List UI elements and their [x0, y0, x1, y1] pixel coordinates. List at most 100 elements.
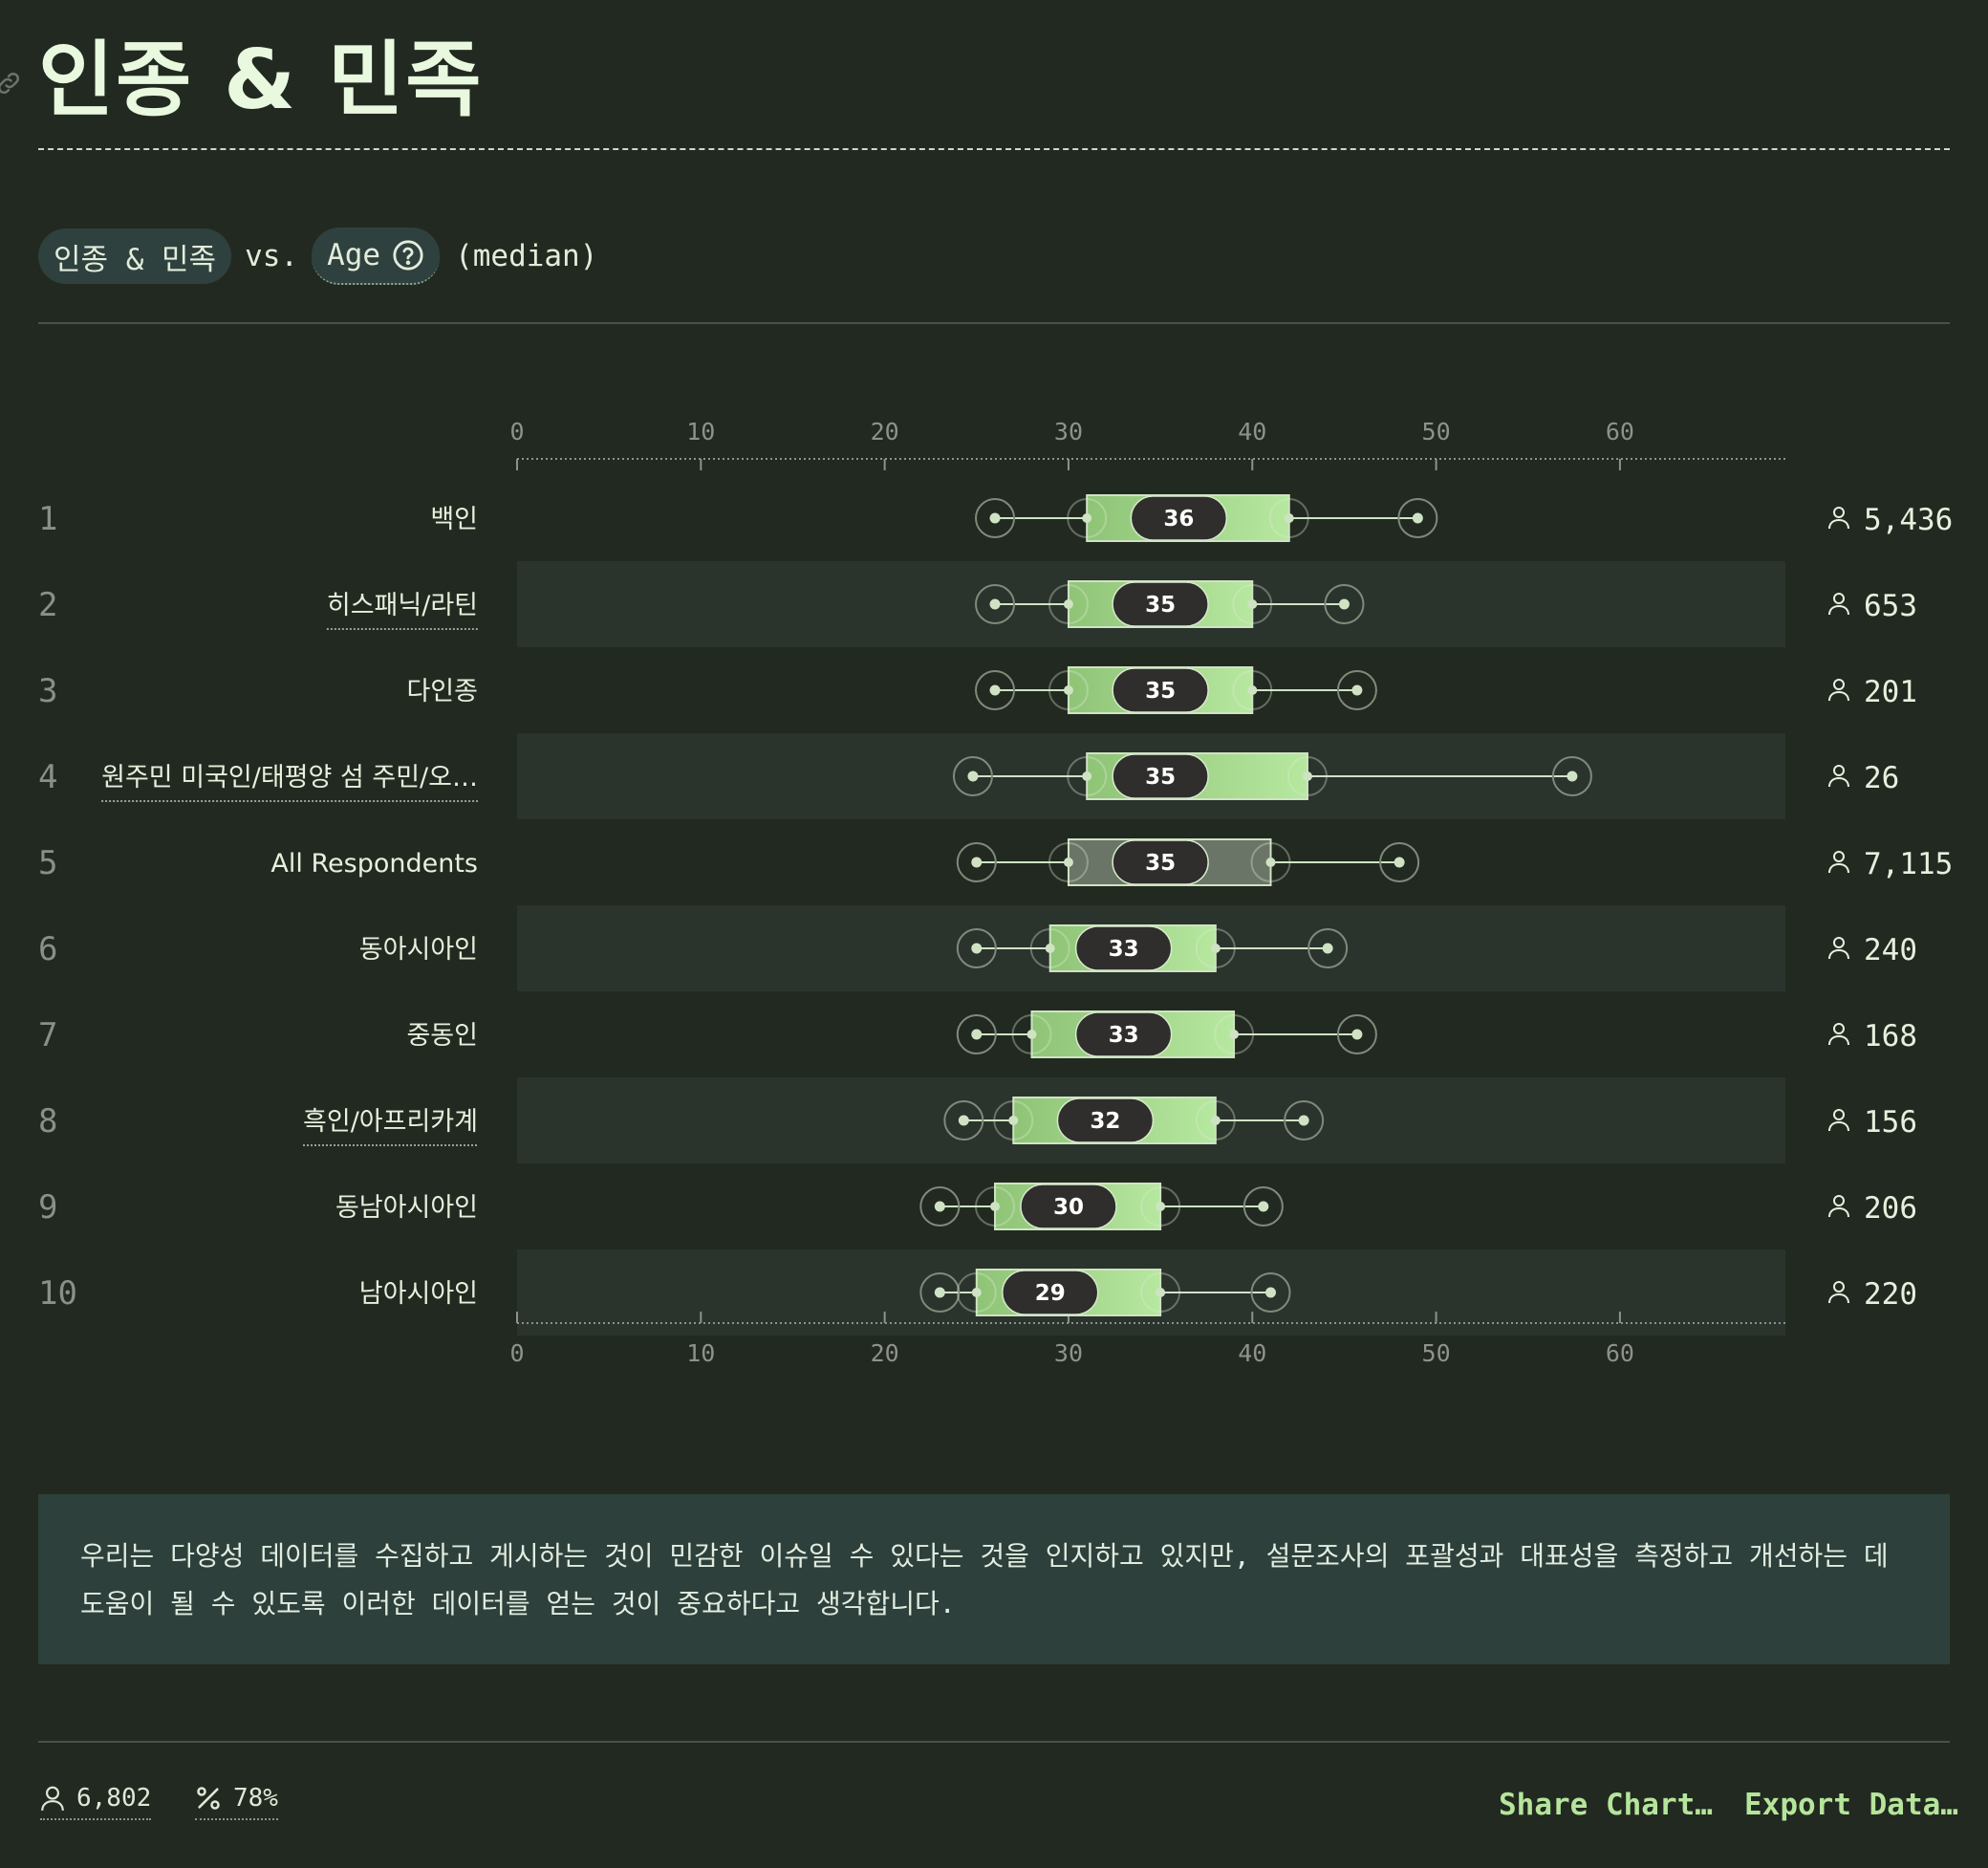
- row-label[interactable]: 히스패닉/라틴: [327, 591, 478, 620]
- whisker-low-dot: [934, 1287, 945, 1298]
- q1-dot: [1026, 1030, 1037, 1039]
- whisker-low-dot: [971, 943, 983, 954]
- row-label: 동아시아인: [359, 935, 478, 965]
- person-icon: [1828, 1109, 1849, 1132]
- link-icon[interactable]: [0, 69, 23, 98]
- row-rank: 8: [38, 1102, 57, 1140]
- whisker-high-dot: [1258, 1201, 1269, 1212]
- median-value: 35: [1145, 679, 1176, 704]
- q1-dot: [1082, 513, 1092, 523]
- person-icon: [1828, 937, 1849, 960]
- q1-dot: [1082, 771, 1092, 781]
- person-icon: [1828, 851, 1849, 874]
- dimension-pill-race[interactable]: 인종 & 민족: [38, 228, 232, 284]
- q3-dot: [1229, 1030, 1240, 1039]
- row-rank: 4: [38, 758, 57, 796]
- respondent-count: 156: [1864, 1105, 1917, 1140]
- respondents-count: 6,802: [76, 1784, 152, 1813]
- respondent-count: 206: [1864, 1191, 1917, 1226]
- axis-tick-label-bottom: 0: [509, 1339, 524, 1367]
- whisker-high-dot: [1412, 512, 1423, 524]
- whisker-high-dot: [1338, 598, 1350, 610]
- whisker-low-dot: [989, 598, 1001, 610]
- export-data-button[interactable]: Export Data…: [1744, 1788, 1958, 1822]
- whisker-low-dot: [989, 684, 1001, 696]
- axis-tick-label-top: 50: [1422, 418, 1451, 445]
- whisker-high-dot: [1567, 771, 1578, 782]
- person-icon: [1828, 1023, 1849, 1046]
- q1-dot: [1063, 685, 1073, 695]
- median-value: 30: [1053, 1195, 1084, 1220]
- dimension-pill-age[interactable]: Age: [312, 228, 441, 285]
- q3-dot: [1156, 1202, 1166, 1211]
- whisker-high-dot: [1265, 1287, 1277, 1298]
- row-label: 남아시아인: [359, 1279, 478, 1309]
- median-value: 32: [1090, 1109, 1120, 1134]
- median-note: (median): [455, 239, 598, 273]
- q1-dot: [1045, 944, 1055, 953]
- person-icon: [1828, 593, 1849, 616]
- vs-text: vs.: [245, 239, 299, 273]
- person-icon: [1828, 507, 1849, 530]
- median-value: 33: [1109, 937, 1139, 962]
- whisker-low-dot: [971, 1029, 983, 1040]
- row-label: 중동인: [406, 1021, 478, 1051]
- respondent-count: 240: [1864, 933, 1917, 967]
- q1-dot: [990, 1202, 1001, 1211]
- axis-tick-label-bottom: 20: [871, 1339, 899, 1367]
- person-icon: [1828, 679, 1849, 702]
- axis-tick-label-top: 40: [1238, 418, 1266, 445]
- row-rank: 6: [38, 930, 57, 968]
- median-value: 36: [1163, 507, 1194, 532]
- person-icon: [41, 1786, 64, 1812]
- diversity-note: 우리는 다양성 데이터를 수집하고 게시하는 것이 민감한 이슈일 수 있다는 …: [38, 1494, 1950, 1664]
- subtitle-divider: [38, 322, 1950, 324]
- median-value: 35: [1145, 765, 1176, 790]
- row-label: 다인종: [406, 677, 478, 706]
- median-value: 33: [1109, 1023, 1139, 1048]
- row-label[interactable]: 흑인/아프리카계: [303, 1107, 478, 1137]
- respondent-count: 653: [1864, 589, 1917, 623]
- chart-subtitle: 인종 & 민족 vs. Age (median): [38, 228, 598, 285]
- whisker-high-dot: [1394, 857, 1405, 868]
- percent-stat[interactable]: 78%: [195, 1784, 278, 1820]
- whisker-high-dot: [1351, 684, 1363, 696]
- respondent-count: 201: [1864, 675, 1917, 709]
- axis-tick-label-bottom: 50: [1422, 1339, 1451, 1367]
- page-title: 인종 & 민족: [38, 33, 484, 128]
- axis-tick-label-bottom: 10: [686, 1339, 715, 1367]
- axis-tick-label-top: 20: [871, 418, 899, 445]
- whisker-high-dot: [1298, 1115, 1309, 1126]
- axis-tick-label-bottom: 40: [1238, 1339, 1266, 1367]
- q3-dot: [1156, 1288, 1166, 1297]
- respondent-count: 168: [1864, 1019, 1917, 1053]
- row-label[interactable]: 원주민 미국인/태평양 섬 주민/오…: [101, 763, 478, 793]
- median-value: 29: [1035, 1281, 1066, 1306]
- person-icon: [1828, 1195, 1849, 1218]
- axis-tick-label-top: 60: [1606, 418, 1634, 445]
- q3-dot: [1210, 1116, 1221, 1125]
- row-rank: 2: [38, 586, 57, 624]
- whisker-low-dot: [971, 857, 983, 868]
- median-value: 35: [1145, 851, 1176, 876]
- help-icon[interactable]: [392, 239, 424, 272]
- whisker-low-dot: [958, 1115, 969, 1126]
- row-rank: 3: [38, 672, 57, 710]
- axis-tick-label-bottom: 30: [1054, 1339, 1083, 1367]
- footer-divider: [38, 1741, 1950, 1743]
- respondent-count: 5,436: [1864, 503, 1953, 537]
- respondent-count: 7,115: [1864, 847, 1953, 881]
- percent-value: 78%: [233, 1784, 278, 1813]
- q1-dot: [1008, 1116, 1019, 1125]
- row-label: 백인: [430, 505, 478, 534]
- whisker-low-dot: [934, 1201, 945, 1212]
- row-rank: 9: [38, 1188, 57, 1227]
- share-chart-button[interactable]: Share Chart…: [1499, 1788, 1713, 1822]
- q3-dot: [1247, 685, 1258, 695]
- person-icon: [1828, 1281, 1849, 1304]
- respondents-stat[interactable]: 6,802: [40, 1784, 152, 1820]
- respondent-count: 220: [1864, 1277, 1917, 1312]
- row-rank: 7: [38, 1016, 57, 1054]
- row-label: 동남아시아인: [335, 1193, 478, 1223]
- whisker-low-dot: [989, 512, 1001, 524]
